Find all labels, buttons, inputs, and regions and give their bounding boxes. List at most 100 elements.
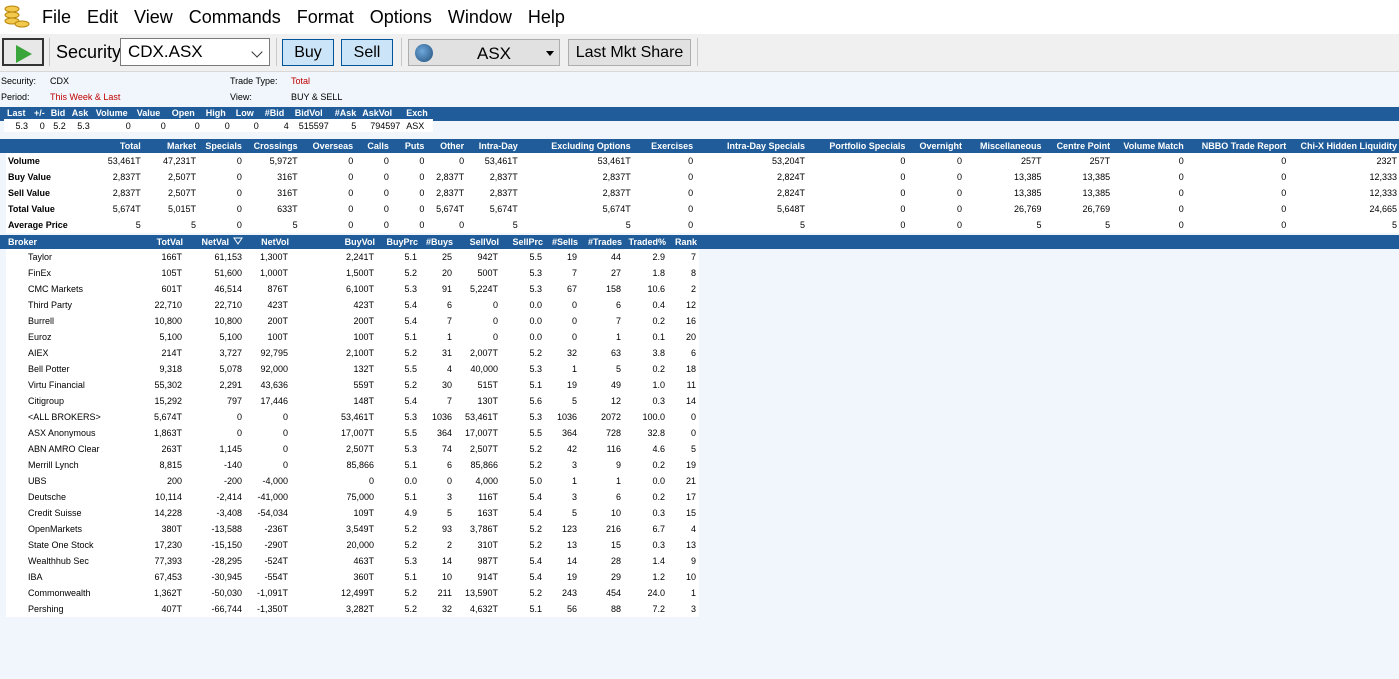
- summary-header-cell[interactable]: Excluding Options: [519, 139, 633, 153]
- quote-header-cell[interactable]: +/-: [31, 107, 48, 119]
- quote-header-cell[interactable]: BidVol: [291, 107, 332, 119]
- summary-header-cell[interactable]: Crossings: [243, 139, 300, 153]
- broker-row[interactable]: Citigroup 15,292 797 17,446 148T 5.4 7 130T 5.6 5…: [6, 393, 699, 409]
- summary-header-cell[interactable]: Overseas: [299, 139, 356, 153]
- menu-edit[interactable]: Edit: [79, 0, 126, 34]
- broker-header-cell[interactable]: SellVol: [455, 235, 501, 249]
- quote-header-cell[interactable]: Value: [133, 107, 169, 119]
- buy-button[interactable]: Buy: [282, 39, 334, 66]
- broker-header-cell[interactable]: Broker: [6, 235, 145, 249]
- summary-header-cell[interactable]: Centre Point: [1043, 139, 1113, 153]
- broker-header-cell[interactable]: #Buys: [420, 235, 455, 249]
- broker-header-cell[interactable]: NetVol: [245, 235, 291, 249]
- quote-header-cell[interactable]: #Bid: [261, 107, 292, 119]
- quote-value-cell: 5.2: [47, 119, 69, 132]
- dropdown-arrow-icon[interactable]: [546, 51, 554, 56]
- broker-row[interactable]: Bell Potter 9,318 5,078 92,000 132T 5.5 4 40,00…: [6, 361, 699, 377]
- quote-header-cell[interactable]: Exch: [403, 107, 434, 119]
- broker-cell: 30: [420, 377, 455, 393]
- menu-options[interactable]: Options: [362, 0, 440, 34]
- broker-row[interactable]: IBA 67,453 -30,945 -554T 360T 5.1 10 914T 5.4 19 2…: [6, 569, 699, 585]
- quote-header-cell[interactable]: High: [202, 107, 233, 119]
- broker-cell: 463T: [291, 553, 377, 569]
- menu-window[interactable]: Window: [440, 0, 520, 34]
- last-mkt-share-button[interactable]: Last Mkt Share: [568, 39, 691, 66]
- broker-row[interactable]: AIEX 214T 3,727 92,795 2,100T 5.2 31 2,007T 5.2 3…: [6, 345, 699, 361]
- summary-header-cell[interactable]: Total: [85, 139, 143, 153]
- trade-type-value[interactable]: Total: [291, 76, 310, 86]
- quote-header-cell[interactable]: Open: [168, 107, 203, 119]
- period-value[interactable]: This Week & Last: [50, 92, 120, 102]
- quote-header-cell[interactable]: Ask: [68, 107, 93, 119]
- broker-row[interactable]: FinEx 105T 51,600 1,000T 1,500T 5.2 20 500T 5.3 7…: [6, 265, 699, 281]
- exchange-dropdown[interactable]: ASX: [408, 39, 560, 66]
- quote-header-cell[interactable]: Last: [4, 107, 31, 119]
- broker-cell: 0: [245, 409, 291, 425]
- broker-header-cell[interactable]: #Trades: [580, 235, 624, 249]
- broker-row[interactable]: UBS 200 -200 -4,000 0 0.0 0 4,000 5.0 1 1 0.0 21: [6, 473, 699, 489]
- quote-header-cell[interactable]: #Ask: [331, 107, 360, 119]
- broker-row[interactable]: Deutsche 10,114 -2,414 -41,000 75,000 5.1 3 116…: [6, 489, 699, 505]
- broker-row[interactable]: Pershing 407T -66,744 -1,350T 3,282T 5.2 32 4,6…: [6, 601, 699, 617]
- broker-header-cell[interactable]: BuyPrc: [377, 235, 420, 249]
- broker-header-cell[interactable]: NetVal: [185, 235, 231, 249]
- summary-row-label: Buy Value: [6, 169, 86, 185]
- summary-header-cell[interactable]: Volume Match: [1112, 139, 1186, 153]
- summary-header-cell[interactable]: Miscellaneous: [963, 139, 1044, 153]
- broker-row[interactable]: CMC Markets 601T 46,514 876T 6,100T 5.3 91 5,22…: [6, 281, 699, 297]
- broker-row[interactable]: Wealthhub Sec 77,393 -28,295 -524T 463T 5.3 14…: [6, 553, 699, 569]
- broker-cell: 8: [668, 265, 699, 281]
- broker-row[interactable]: <ALL BROKERS> 5,674T 0 0 53,461T 5.3 1036 53,46…: [6, 409, 699, 425]
- summary-header-cell[interactable]: Exercises: [632, 139, 696, 153]
- summary-header-cell[interactable]: NBBO Trade Report: [1185, 139, 1289, 153]
- summary-header-cell[interactable]: [6, 139, 86, 153]
- summary-header-cell[interactable]: Specials: [198, 139, 244, 153]
- broker-row[interactable]: Merrill Lynch 8,815 -140 0 85,866 5.1 6 85,866 5…: [6, 457, 699, 473]
- broker-row[interactable]: Virtu Financial 55,302 2,291 43,636 559T 5.2 3…: [6, 377, 699, 393]
- summary-header-cell[interactable]: Chi-X Hidden Liquidity: [1288, 139, 1399, 153]
- broker-header-cell[interactable]: Rank: [668, 235, 699, 249]
- broker-row[interactable]: Credit Suisse 14,228 -3,408 -54,034 109T 4.9 5…: [6, 505, 699, 521]
- sell-button[interactable]: Sell: [341, 39, 393, 66]
- menu-help[interactable]: Help: [520, 0, 573, 34]
- quote-header-cell[interactable]: Volume: [92, 107, 134, 119]
- chevron-down-icon[interactable]: [251, 46, 263, 58]
- menu-commands[interactable]: Commands: [181, 0, 289, 34]
- summary-header-cell[interactable]: Overnight: [907, 139, 964, 153]
- broker-row[interactable]: Burrell 10,800 10,800 200T 200T 5.4 7 0 0.0 0 7 0.2…: [6, 313, 699, 329]
- broker-row[interactable]: Euroz 5,100 5,100 100T 100T 5.1 1 0 0.0 0 1 0.1 20: [6, 329, 699, 345]
- summary-cell: 2,837T: [426, 185, 467, 201]
- broker-cell: -4,000: [245, 473, 291, 489]
- security-combobox[interactable]: CDX.ASX: [120, 38, 270, 66]
- broker-header-cell[interactable]: #Sells: [545, 235, 580, 249]
- broker-row[interactable]: ABN AMRO Clear 263T 1,145 0 2,507T 5.3 74 2,507…: [6, 441, 699, 457]
- sort-desc-icon[interactable]: [231, 235, 245, 249]
- broker-cell: 17,446: [245, 393, 291, 409]
- broker-row[interactable]: Commonwealth 1,362T -50,030 -1,091T 12,499T 5…: [6, 585, 699, 601]
- summary-header-cell[interactable]: Market: [142, 139, 199, 153]
- summary-header-cell[interactable]: Calls: [355, 139, 391, 153]
- quote-header-cell[interactable]: Bid: [47, 107, 69, 119]
- menu-view[interactable]: View: [126, 0, 181, 34]
- broker-row[interactable]: Taylor 166T 61,153 1,300T 2,241T 5.1 25 942T 5.5…: [6, 249, 699, 265]
- broker-cell: 100T: [245, 329, 291, 345]
- summary-header-cell[interactable]: Intra-Day Specials: [695, 139, 808, 153]
- quote-header-cell[interactable]: Low: [232, 107, 262, 119]
- menu-format[interactable]: Format: [289, 0, 362, 34]
- play-button[interactable]: [2, 38, 44, 66]
- broker-row[interactable]: ASX Anonymous 1,863T 0 0 17,007T 5.5 364 17,007…: [6, 425, 699, 441]
- broker-row[interactable]: State One Stock 17,230 -15,150 -290T 20,000 5…: [6, 537, 699, 553]
- summary-cell: 24,665: [1288, 201, 1399, 217]
- summary-header-cell[interactable]: Other: [426, 139, 467, 153]
- broker-header-cell[interactable]: SellPrc: [501, 235, 545, 249]
- broker-header-cell[interactable]: TotVal: [145, 235, 185, 249]
- broker-row[interactable]: OpenMarkets 380T -13,588 -236T 3,549T 5.2 93 3,…: [6, 521, 699, 537]
- summary-header-cell[interactable]: Intra-Day: [466, 139, 520, 153]
- broker-header-cell[interactable]: BuyVol: [291, 235, 377, 249]
- summary-header-cell[interactable]: Puts: [390, 139, 427, 153]
- broker-row[interactable]: Third Party 22,710 22,710 423T 423T 5.4 6 0 0.0 0…: [6, 297, 699, 313]
- quote-header-cell[interactable]: AskVol: [359, 107, 404, 119]
- summary-header-cell[interactable]: Portfolio Specials: [807, 139, 908, 153]
- broker-header-cell[interactable]: Traded%: [624, 235, 668, 249]
- menu-file[interactable]: File: [34, 0, 79, 34]
